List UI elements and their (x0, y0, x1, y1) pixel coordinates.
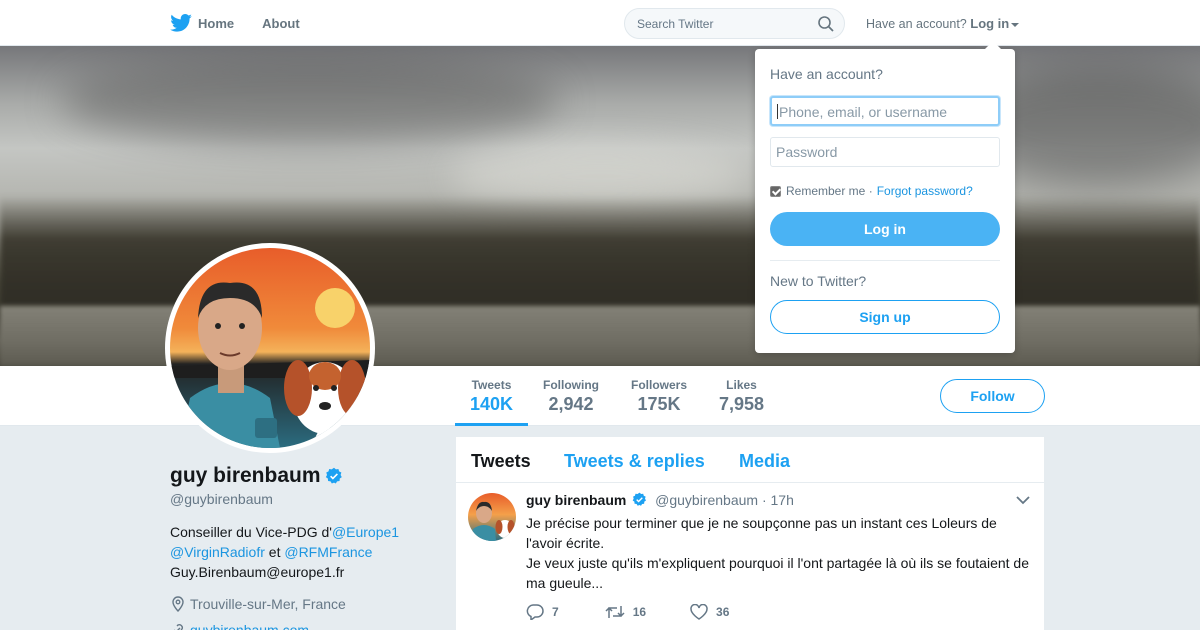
stat-value: 2,942 (548, 394, 594, 414)
profile-name-text[interactable]: guy birenbaum (170, 464, 321, 487)
stat-following[interactable]: Following 2,942 (543, 378, 599, 415)
separator-dot: · (868, 184, 873, 198)
reply-count: 7 (552, 605, 559, 619)
stat-label: Following (543, 378, 599, 392)
login-dropdown-toggle[interactable]: Log in (970, 16, 1009, 31)
forgot-password-link[interactable]: Forgot password? (877, 184, 973, 198)
tweet-author-name[interactable]: guy birenbaum (526, 492, 626, 508)
profile-name[interactable]: guy birenbaum (170, 464, 343, 488)
have-account-login[interactable]: Have an account? Log in (866, 16, 1020, 31)
timeline: Tweets Tweets & replies Media guy birenb… (456, 437, 1044, 630)
stat-likes[interactable]: Likes 7,958 (719, 378, 764, 415)
bio-mention-europe1[interactable]: @Europe1 (332, 524, 399, 540)
new-to-twitter-text: New to Twitter? (770, 273, 867, 289)
remember-me-checkbox[interactable] (770, 185, 781, 197)
heart-icon (690, 604, 708, 620)
profile-url[interactable]: guybirenbaum.com (170, 622, 309, 630)
retweet-count: 16 (632, 605, 647, 619)
tweet-text: Je précise pour terminer que je ne soupç… (526, 513, 1036, 593)
stat-tweets[interactable]: Tweets 140K (470, 378, 513, 415)
timeline-tabs: Tweets Tweets & replies Media (456, 437, 1044, 483)
tweet-timestamp[interactable]: · 17h (762, 492, 794, 508)
profile-bio: Conseiller du Vice-PDG d'@Europe1 @Virgi… (170, 522, 430, 582)
remember-me-label[interactable]: Remember me (786, 184, 865, 198)
login-button[interactable]: Log in (770, 212, 1000, 246)
username-field[interactable]: Phone, email, or username (770, 96, 1000, 126)
stat-value: 7,958 (719, 394, 765, 414)
reply-button[interactable]: 7 (526, 604, 559, 620)
reply-icon (526, 604, 544, 620)
stat-value: 140K (470, 394, 514, 414)
tweet-header: guy birenbaum @guybirenbaum · 17h (526, 492, 794, 508)
bio-email: Guy.Birenbaum@europe1.fr (170, 564, 345, 580)
tweet-avatar[interactable] (468, 493, 516, 541)
password-placeholder: Password (776, 144, 838, 160)
tweet-text-line: Je précise pour terminer que je ne soupç… (526, 515, 997, 551)
profile-handle[interactable]: @guybirenbaum (170, 491, 273, 507)
retweet-button[interactable]: 16 (605, 604, 646, 620)
search-input[interactable]: Search Twitter (624, 8, 845, 39)
top-navigation-bar: Home About Search Twitter Have an accoun… (0, 0, 1200, 46)
stat-label: Followers (631, 378, 688, 392)
bio-mention-virginradiofr[interactable]: @VirginRadiofr (170, 544, 265, 560)
avatar-illustration (170, 282, 370, 448)
retweet-icon (605, 606, 625, 618)
tab-tweets-and-replies[interactable]: Tweets & replies (564, 451, 705, 472)
verified-badge-icon (325, 468, 342, 484)
stat-label: Likes (726, 378, 757, 392)
follow-button[interactable]: Follow (940, 379, 1045, 413)
username-placeholder: Phone, email, or username (779, 104, 948, 120)
divider (770, 260, 1000, 261)
bio-text: Conseiller du Vice-PDG d' (170, 524, 332, 540)
password-field[interactable]: Password (770, 137, 1000, 167)
remember-me-row: Remember me · Forgot password? (770, 184, 973, 198)
location-text: Trouville-sur-Mer, France (190, 596, 346, 612)
nav-left: Home About (170, 0, 322, 46)
tweet-actions: 7 16 36 (526, 604, 761, 620)
nav-home-link[interactable]: Home (198, 16, 234, 31)
avatar-image (170, 248, 370, 448)
have-account-text: Have an account? (866, 17, 967, 31)
login-dropdown-title: Have an account? (770, 66, 883, 82)
url-text[interactable]: guybirenbaum.com (190, 622, 309, 630)
bio-mention-rfmfrance[interactable]: @RFMFrance (284, 544, 372, 560)
active-stat-underline (455, 423, 528, 426)
tweet-author-handle[interactable]: @guybirenbaum (655, 492, 758, 508)
like-count: 36 (716, 605, 730, 619)
chevron-down-icon[interactable] (1016, 495, 1030, 505)
stat-value: 175K (637, 394, 681, 414)
tab-media[interactable]: Media (739, 451, 790, 472)
tweet-avatar-illustration (470, 501, 515, 541)
caret-down-icon (1011, 22, 1020, 27)
profile-avatar[interactable] (165, 243, 375, 453)
tweet-text-line: Je veux juste qu'ils m'expliquent pourqu… (526, 555, 1029, 591)
nav-about-link[interactable]: About (262, 16, 300, 31)
bio-conjunction: et (264, 544, 285, 560)
tab-tweets[interactable]: Tweets (471, 451, 531, 472)
profile-location: Trouville-sur-Mer, France (170, 596, 346, 613)
verified-badge-icon (632, 492, 647, 506)
stat-followers[interactable]: Followers 175K (631, 378, 687, 415)
like-button[interactable]: 36 (690, 604, 729, 620)
link-icon (174, 624, 183, 630)
location-pin-icon (172, 596, 184, 613)
signup-button[interactable]: Sign up (770, 300, 1000, 334)
search-placeholder: Search Twitter (637, 17, 714, 31)
twitter-bird-icon[interactable] (170, 14, 192, 32)
login-dropdown: Have an account? Phone, email, or userna… (755, 41, 1015, 353)
stat-label: Tweets (471, 378, 512, 392)
search-icon[interactable] (818, 16, 834, 32)
